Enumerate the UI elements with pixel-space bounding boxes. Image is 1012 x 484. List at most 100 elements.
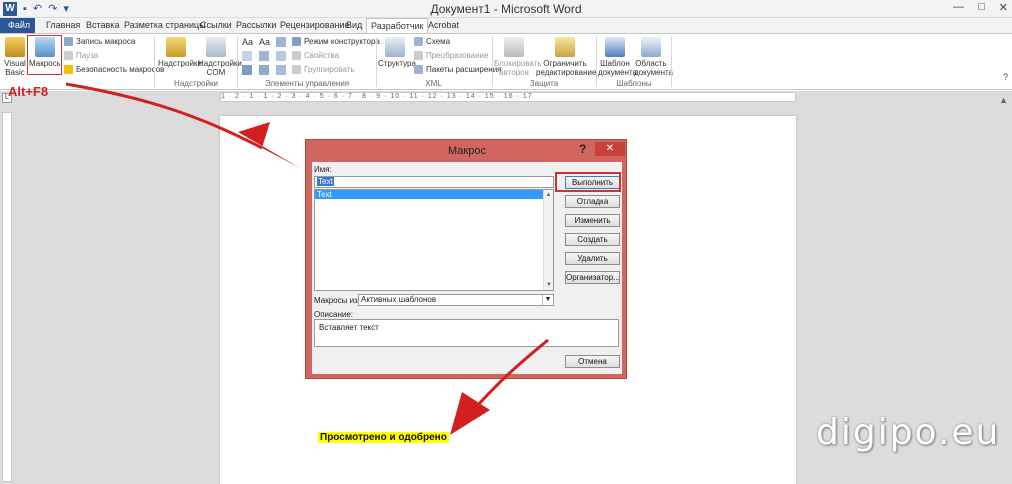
- scroll-down-icon[interactable]: ▼: [544, 280, 554, 290]
- dropdown-list-icon[interactable]: [276, 51, 286, 61]
- shortcut-annotation: Alt+F8: [8, 84, 49, 99]
- dialog-help-icon[interactable]: ?: [579, 142, 586, 156]
- design-mode-label: Режим конструктора: [304, 37, 380, 46]
- maximize-icon[interactable]: □: [978, 1, 985, 14]
- group-label-controls: Элементы управления: [264, 79, 350, 88]
- tab-references[interactable]: Ссылки: [200, 18, 232, 33]
- properties-label: Свойства: [304, 51, 340, 60]
- watermark: digipo.eu: [816, 412, 1001, 453]
- content-controls-grid: Aa Aa: [242, 37, 291, 75]
- group-controls-button[interactable]: Группировать: [292, 65, 355, 74]
- transform-button[interactable]: Преобразование: [414, 51, 488, 60]
- properties-icon: [292, 51, 301, 60]
- design-mode-button[interactable]: Режим конструктора: [292, 37, 380, 46]
- record-macro-icon: [64, 37, 73, 46]
- transform-label: Преобразование: [426, 51, 489, 60]
- schema-label: Схема: [426, 37, 451, 46]
- minimize-icon[interactable]: —: [953, 1, 964, 14]
- vertical-ruler[interactable]: [2, 112, 12, 482]
- combo-box-icon[interactable]: [259, 51, 269, 61]
- tab-file[interactable]: Файл: [0, 18, 35, 33]
- list-scrollbar[interactable]: ▲ ▼: [543, 190, 553, 290]
- macro-list[interactable]: Text ▲ ▼: [314, 189, 554, 291]
- dialog-close-icon[interactable]: ✕: [595, 142, 625, 156]
- macros-from-label: Макросы из:: [314, 296, 360, 305]
- group-controls-label: Группировать: [304, 65, 355, 74]
- run-button-highlight-frame: [555, 172, 621, 192]
- ribbon: Visual Basic Макросы Запись макроса Пауз…: [0, 33, 1012, 90]
- highlighted-text[interactable]: Просмотрено и одобрено: [318, 432, 449, 443]
- properties-button[interactable]: Свойства: [292, 51, 339, 60]
- pause-label: Пауза: [76, 51, 99, 60]
- tab-mailings[interactable]: Рассылки: [236, 18, 276, 33]
- scroll-up-icon[interactable]: ▲: [544, 190, 553, 200]
- list-item[interactable]: Text: [315, 190, 544, 199]
- plain-text-control-icon[interactable]: Aa: [259, 37, 274, 47]
- transform-icon: [414, 51, 423, 60]
- expansion-packs-label: Пакеты расширения: [426, 65, 502, 74]
- group-icon: [292, 65, 301, 74]
- com-addins-button[interactable]: Надстройки COM: [198, 37, 242, 77]
- legacy-tools-icon[interactable]: [276, 65, 286, 75]
- com-addins-icon: [206, 37, 226, 57]
- delete-button[interactable]: Удалить: [565, 252, 620, 265]
- record-macro-button[interactable]: Запись макроса: [64, 37, 135, 46]
- document-panel-label: Область документа: [634, 59, 674, 77]
- window-title: Документ1 - Microsoft Word: [430, 2, 582, 16]
- structure-label: Структура: [378, 59, 416, 68]
- pause-icon: [64, 51, 73, 60]
- ribbon-help-icon[interactable]: ?: [1003, 72, 1008, 82]
- document-panel-button[interactable]: Область документа: [634, 37, 673, 77]
- group-label-xml: XML: [425, 79, 442, 88]
- pause-button[interactable]: Пауза: [64, 51, 98, 60]
- chevron-down-icon[interactable]: ▼: [542, 295, 553, 305]
- block-authors-button[interactable]: Блокировать авторов: [494, 37, 542, 77]
- tab-home[interactable]: Главная: [46, 18, 80, 33]
- tab-view[interactable]: Вид: [346, 18, 362, 33]
- cancel-button[interactable]: Отмена: [565, 355, 620, 368]
- description-box: Вставляет текст: [314, 319, 619, 347]
- structure-button[interactable]: Структура: [378, 37, 416, 68]
- schema-button[interactable]: Схема: [414, 37, 450, 46]
- restrict-editing-label: Ограничить редактирование: [536, 59, 597, 77]
- addins-button[interactable]: Надстройки: [158, 37, 202, 68]
- document-template-label: Шаблон документа: [598, 59, 638, 77]
- tab-page-layout[interactable]: Разметка страницы: [124, 18, 206, 33]
- create-button[interactable]: Создать: [565, 233, 620, 246]
- ruler-toggle-icon[interactable]: ▲: [999, 95, 1008, 105]
- macros-from-select[interactable]: Активных шаблонов ▼: [358, 294, 554, 306]
- schema-icon: [414, 37, 423, 46]
- document-template-icon: [605, 37, 625, 57]
- visual-basic-button[interactable]: Visual Basic: [3, 37, 27, 77]
- checkbox-control-icon[interactable]: [259, 65, 269, 75]
- tab-review[interactable]: Рецензирование: [280, 18, 350, 33]
- group-label-addins: Надстройки: [174, 79, 218, 88]
- macro-security-button[interactable]: Безопасность макросов: [64, 65, 164, 74]
- expansion-packs-button[interactable]: Пакеты расширения: [414, 65, 502, 74]
- group-separator: [671, 37, 672, 87]
- warning-icon: [64, 65, 73, 74]
- picture-control-icon[interactable]: [276, 37, 286, 47]
- visual-basic-label: Visual Basic: [4, 59, 26, 77]
- close-icon[interactable]: ✕: [999, 1, 1008, 14]
- design-mode-icon: [292, 37, 301, 46]
- macro-name-input[interactable]: Text: [314, 176, 554, 188]
- building-block-icon[interactable]: [242, 51, 252, 61]
- block-authors-icon: [504, 37, 524, 57]
- document-template-button[interactable]: Шаблон документа: [598, 37, 637, 77]
- organizer-button[interactable]: Организатор...: [565, 271, 620, 284]
- date-picker-icon[interactable]: [242, 65, 252, 75]
- block-authors-label: Блокировать авторов: [494, 59, 542, 77]
- visual-basic-icon: [5, 37, 25, 57]
- horizontal-ruler[interactable]: 1 · 2 · 1 · 1 · 2 · 3 · 4 · 5 · 6 · 7 · …: [220, 92, 796, 102]
- restrict-editing-button[interactable]: Ограничить редактирование: [536, 37, 597, 77]
- tab-acrobat[interactable]: Acrobat: [428, 18, 459, 33]
- edit-button[interactable]: Изменить: [565, 214, 620, 227]
- debug-button[interactable]: Отладка: [565, 195, 620, 208]
- macro-name-label: Имя:: [314, 165, 332, 174]
- rich-text-control-icon[interactable]: Aa: [242, 37, 257, 47]
- addins-icon: [166, 37, 186, 57]
- document-panel-icon: [641, 37, 661, 57]
- tab-developer[interactable]: Разработчик: [366, 18, 429, 33]
- tab-insert[interactable]: Вставка: [86, 18, 119, 33]
